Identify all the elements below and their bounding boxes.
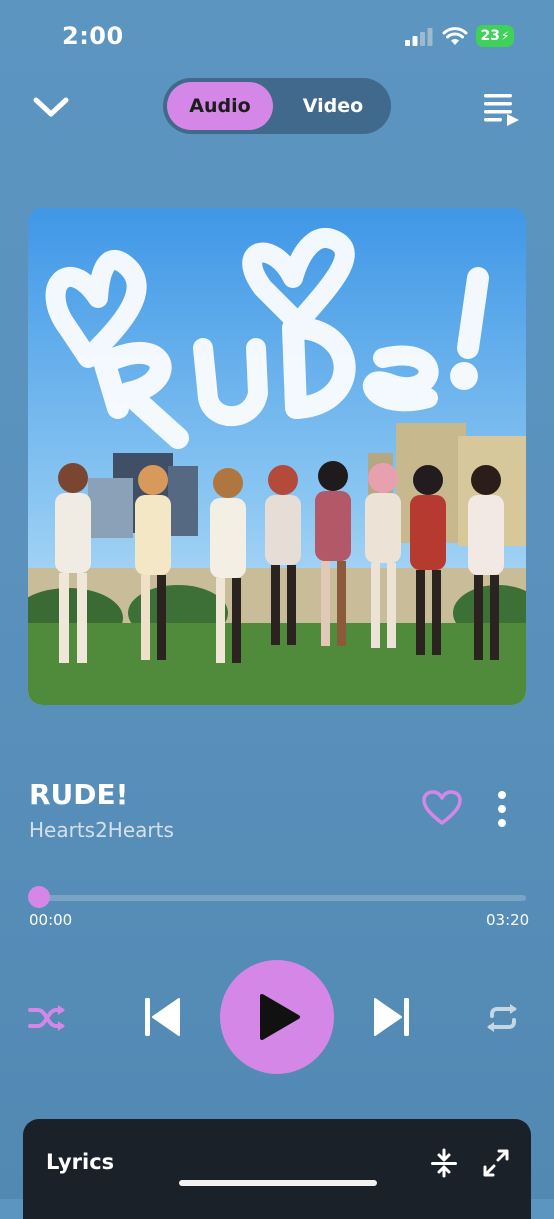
chevron-down-icon[interactable] [32,94,70,122]
home-indicator[interactable] [179,1180,377,1186]
more-icon[interactable] [492,790,512,828]
wifi-icon [442,27,468,45]
play-icon [260,994,300,1040]
video-tab[interactable]: Video [280,82,386,130]
progress-track[interactable] [29,895,526,901]
elapsed-time: 00:00 [29,911,73,929]
track-title: RUDE! [29,778,129,811]
expand-icon[interactable] [482,1148,510,1178]
track-artist[interactable]: Hearts2Hearts [29,818,174,842]
lyrics-label: Lyrics [46,1150,115,1174]
cellular-signal-icon [405,28,433,46]
heart-icon[interactable] [422,790,462,826]
status-time: 2:00 [62,22,124,50]
play-button[interactable] [220,960,334,1074]
previous-icon[interactable] [143,996,181,1038]
battery-level: 23 [480,28,501,44]
compress-icon[interactable] [430,1148,458,1178]
repeat-icon[interactable] [484,1004,522,1032]
battery-indicator: 23 ⚡ [476,25,514,47]
total-duration: 03:20 [486,911,530,929]
charging-bolt-icon: ⚡ [501,29,510,43]
album-art [28,208,526,705]
next-icon[interactable] [373,996,411,1038]
audio-tab[interactable]: Audio [167,82,273,130]
queue-icon[interactable] [482,92,522,128]
shuffle-icon[interactable] [28,1002,66,1034]
progress-knob[interactable] [28,886,50,908]
